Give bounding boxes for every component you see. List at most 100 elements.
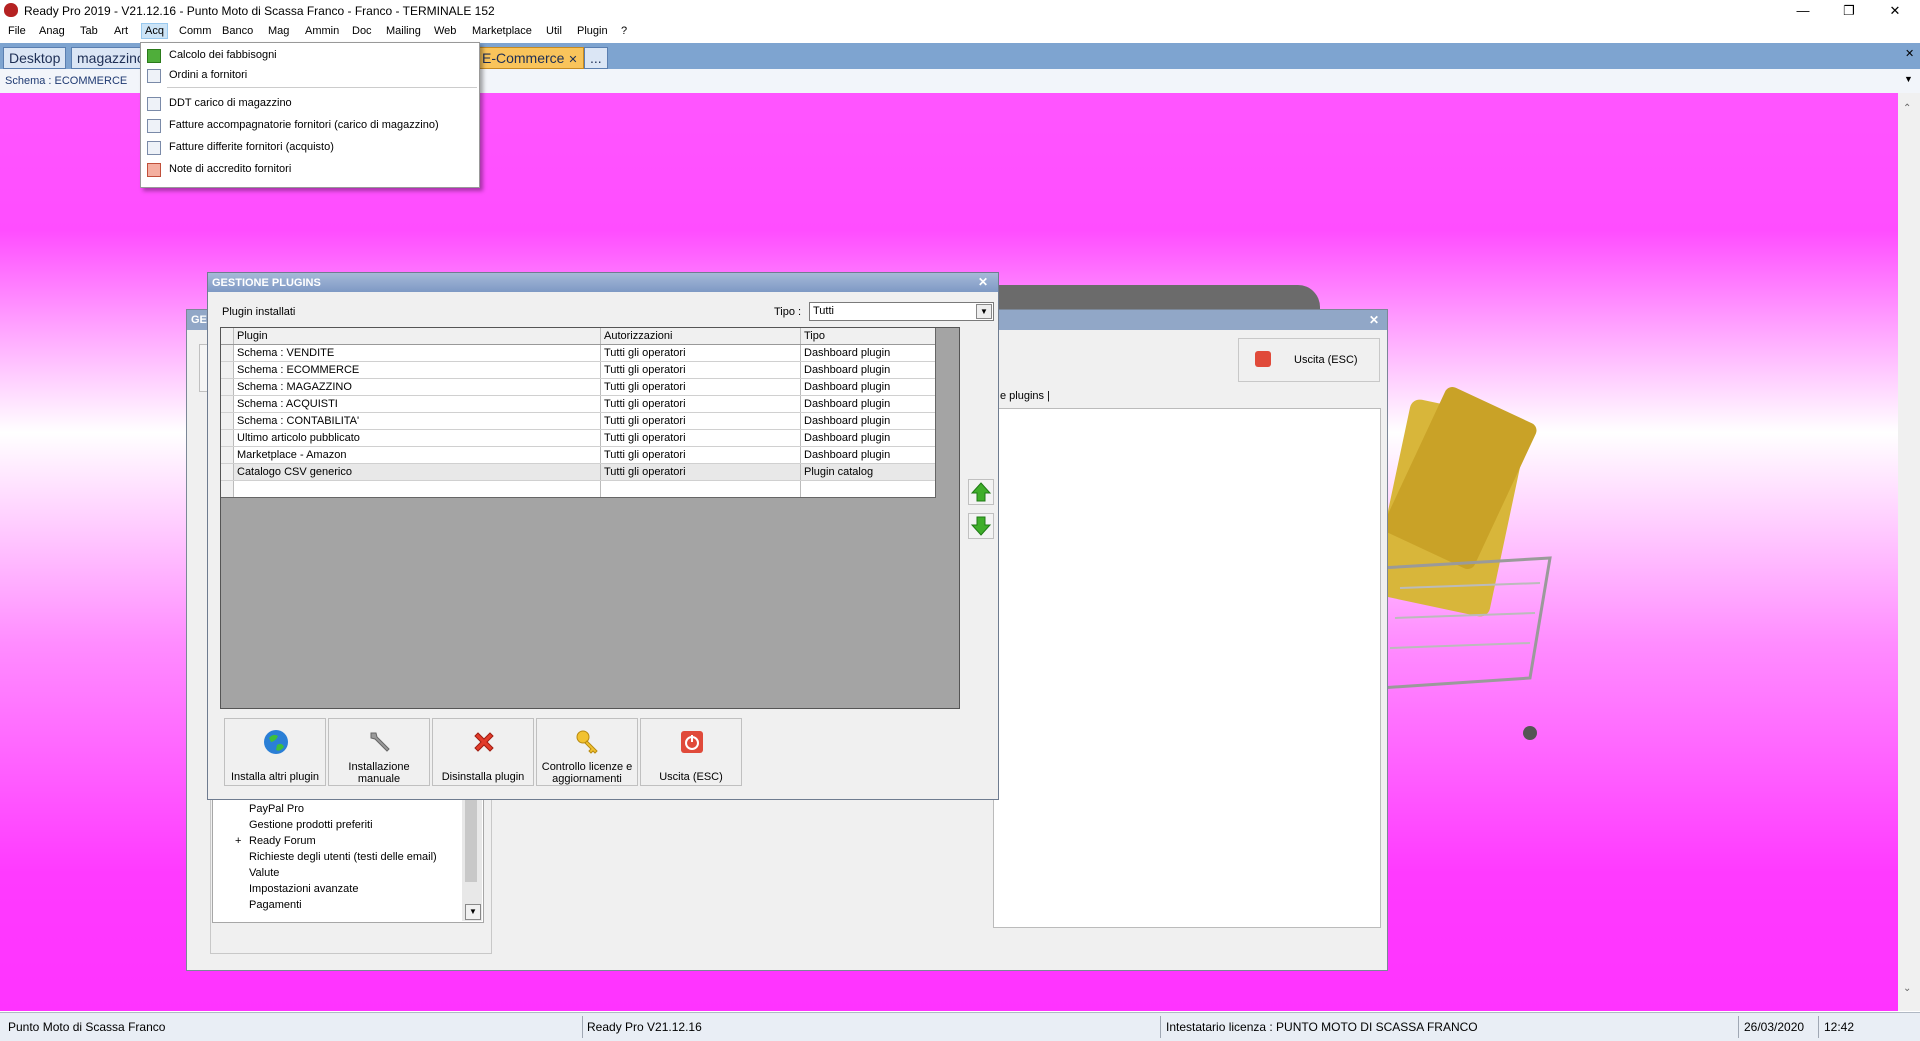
manual-install-label-line2: manuale — [357, 773, 401, 785]
menu-item-fatture-accompagnatorie[interactable]: Fatture accompagnatorie fornitori (caric… — [141, 115, 479, 135]
tree-scroll-thumb[interactable] — [465, 798, 477, 882]
tipo-select[interactable]: Tutti ▼ — [809, 302, 994, 321]
plugins-grid: Plugin Autorizzazioni Tipo Schema : VEND… — [220, 327, 960, 709]
delete-x-icon — [474, 732, 494, 752]
exit-button[interactable]: Uscita (ESC) — [640, 718, 742, 786]
menu-doc[interactable]: Doc — [352, 25, 372, 37]
back-tab-fragment[interactable]: e plugins | — [1000, 390, 1050, 402]
scroll-down-icon[interactable]: ⌄ — [1903, 983, 1911, 994]
restore-button[interactable]: ❐ — [1826, 0, 1872, 22]
menu-item-calcolo-fabbisogni[interactable]: Calcolo dei fabbisogni — [141, 45, 479, 65]
menu-comm[interactable]: Comm — [179, 25, 211, 37]
menu-item-fatture-differite[interactable]: Fatture differite fornitori (acquisto) — [141, 137, 479, 157]
move-down-button[interactable] — [968, 513, 994, 539]
tab-magazzino[interactable]: magazzino — [71, 47, 149, 69]
tab-desktop[interactable]: Desktop — [3, 47, 67, 69]
column-header-tipo[interactable]: Tipo — [804, 330, 825, 342]
back-window-title: GE — [191, 314, 207, 326]
back-exit-button[interactable]: Uscita (ESC) — [1238, 338, 1380, 382]
menu-tab[interactable]: Tab — [80, 25, 98, 37]
table-row[interactable]: Schema : VENDITE Tutti gli operatori Das… — [221, 345, 935, 362]
menu-file[interactable]: File — [8, 25, 26, 37]
menu-art[interactable]: Art — [114, 25, 128, 37]
arrow-up-icon — [970, 482, 992, 502]
status-bar: Punto Moto di Scassa Franco Ready Pro V2… — [0, 1012, 1920, 1041]
tab-desktop-label: Desktop — [9, 50, 61, 66]
close-all-icon[interactable]: ✕ — [1905, 47, 1914, 60]
tree-item[interactable]: + Ready Forum — [235, 835, 316, 847]
table-row[interactable]: Schema : CONTABILITA' Tutti gli operator… — [221, 413, 935, 430]
tab-more[interactable]: ... — [584, 47, 608, 69]
menu-mag[interactable]: Mag — [268, 25, 289, 37]
wrench-icon — [370, 732, 390, 752]
tab-ecommerce[interactable]: E-Commerce ✕ — [476, 47, 584, 69]
menu-anag[interactable]: Anag — [39, 25, 65, 37]
column-header-autorizzazioni[interactable]: Autorizzazioni — [604, 330, 672, 342]
menu-plugin[interactable]: Plugin — [577, 25, 608, 37]
menu-util[interactable]: Util — [546, 25, 562, 37]
menu-item-ordini-fornitori[interactable]: Ordini a fornitori — [141, 65, 479, 85]
table-row[interactable]: Schema : MAGAZZINO Tutti gli operatori D… — [221, 379, 935, 396]
installed-plugins-label: Plugin installati — [222, 306, 296, 318]
menu-acq[interactable]: Acq — [141, 23, 168, 39]
schema-dropdown-icon[interactable]: ▼ — [1904, 74, 1913, 84]
tab-magazzino-label: magazzino — [77, 50, 145, 66]
tree-item[interactable]: PayPal Pro — [249, 803, 304, 815]
move-up-button[interactable] — [968, 479, 994, 505]
menu-web[interactable]: Web — [434, 25, 456, 37]
check-licenses-button[interactable]: Controllo licenze e aggiornamenti — [536, 718, 638, 786]
menu-ammin[interactable]: Ammin — [305, 25, 339, 37]
manual-install-button[interactable]: Installazione manuale — [328, 718, 430, 786]
menu-banco[interactable]: Banco — [222, 25, 253, 37]
acq-dropdown-menu: Calcolo dei fabbisogni Ordini a fornitor… — [140, 42, 480, 188]
menu-item-ddt-carico[interactable]: DDT carico di magazzino — [141, 93, 479, 113]
scroll-up-icon[interactable]: ⌃ — [1903, 103, 1911, 114]
key-icon — [576, 730, 598, 754]
table-row[interactable]: Schema : ACQUISTI Tutti gli operatori Da… — [221, 396, 935, 413]
table-row[interactable]: Marketplace - Amazon Tutti gli operatori… — [221, 447, 935, 464]
tipo-label: Tipo : — [774, 306, 802, 318]
tree-item[interactable]: Pagamenti — [249, 899, 302, 911]
close-window-button[interactable]: ✕ — [1872, 0, 1918, 22]
back-window-close-icon[interactable]: ✕ — [1369, 313, 1379, 327]
uninstall-plugin-button[interactable]: Disinstalla plugin — [432, 718, 534, 786]
tree-scrollbar[interactable]: ▼ — [462, 796, 482, 921]
close-tab-icon[interactable]: ✕ — [568, 54, 577, 66]
uninstall-plugin-label: Disinstalla plugin — [441, 771, 525, 783]
document-icon — [147, 97, 161, 111]
tree-scroll-down-icon[interactable]: ▼ — [465, 904, 481, 920]
manual-install-label-line1: Installazione — [348, 761, 410, 773]
status-company: Punto Moto di Scassa Franco — [8, 1020, 166, 1034]
back-content-panel — [993, 408, 1381, 928]
minimize-button[interactable]: — — [1780, 0, 1826, 22]
menu-help[interactable]: ? — [621, 25, 627, 37]
chevron-down-icon[interactable]: ▼ — [976, 304, 992, 319]
arrow-down-icon — [970, 516, 992, 536]
plugins-dialog: GESTIONE PLUGINS ✕ Plugin installati Tip… — [207, 272, 999, 800]
status-license: Intestatario licenza : PUNTO MOTO DI SCA… — [1166, 1020, 1478, 1034]
power-icon — [1255, 351, 1271, 367]
title-bar: Ready Pro 2019 - V21.12.16 - Punto Moto … — [0, 0, 1920, 22]
dialog-close-icon[interactable]: ✕ — [978, 275, 988, 289]
vertical-scrollbar[interactable]: ⌃ ⌄ — [1898, 93, 1920, 1011]
plugins-table: Plugin Autorizzazioni Tipo Schema : VEND… — [221, 328, 936, 498]
install-more-plugins-button[interactable]: Installa altri plugin — [224, 718, 326, 786]
menu-separator — [167, 87, 477, 88]
menu-mailing[interactable]: Mailing — [386, 25, 421, 37]
menu-item-note-accredito[interactable]: Note di accredito fornitori — [141, 159, 479, 179]
tree-item[interactable]: Valute — [249, 867, 279, 879]
table-row-selected[interactable]: Catalogo CSV generico Tutti gli operator… — [221, 464, 935, 481]
table-row[interactable]: Ultimo articolo pubblicato Tutti gli ope… — [221, 430, 935, 447]
tab-ecommerce-label: E-Commerce — [482, 50, 565, 66]
tree-item[interactable]: Impostazioni avanzate — [249, 883, 358, 895]
column-header-plugin[interactable]: Plugin — [237, 330, 268, 342]
table-row-empty[interactable] — [221, 481, 935, 498]
tree-item[interactable]: Richieste degli utenti (testi delle emai… — [249, 851, 437, 863]
tree-item[interactable]: Gestione prodotti preferiti — [249, 819, 373, 831]
tipo-select-value: Tutti — [813, 305, 834, 317]
expand-icon[interactable]: + — [235, 835, 241, 847]
chart-icon — [147, 49, 161, 63]
window-title: Ready Pro 2019 - V21.12.16 - Punto Moto … — [24, 4, 495, 18]
menu-marketplace[interactable]: Marketplace — [472, 25, 532, 37]
table-row[interactable]: Schema : ECOMMERCE Tutti gli operatori D… — [221, 362, 935, 379]
